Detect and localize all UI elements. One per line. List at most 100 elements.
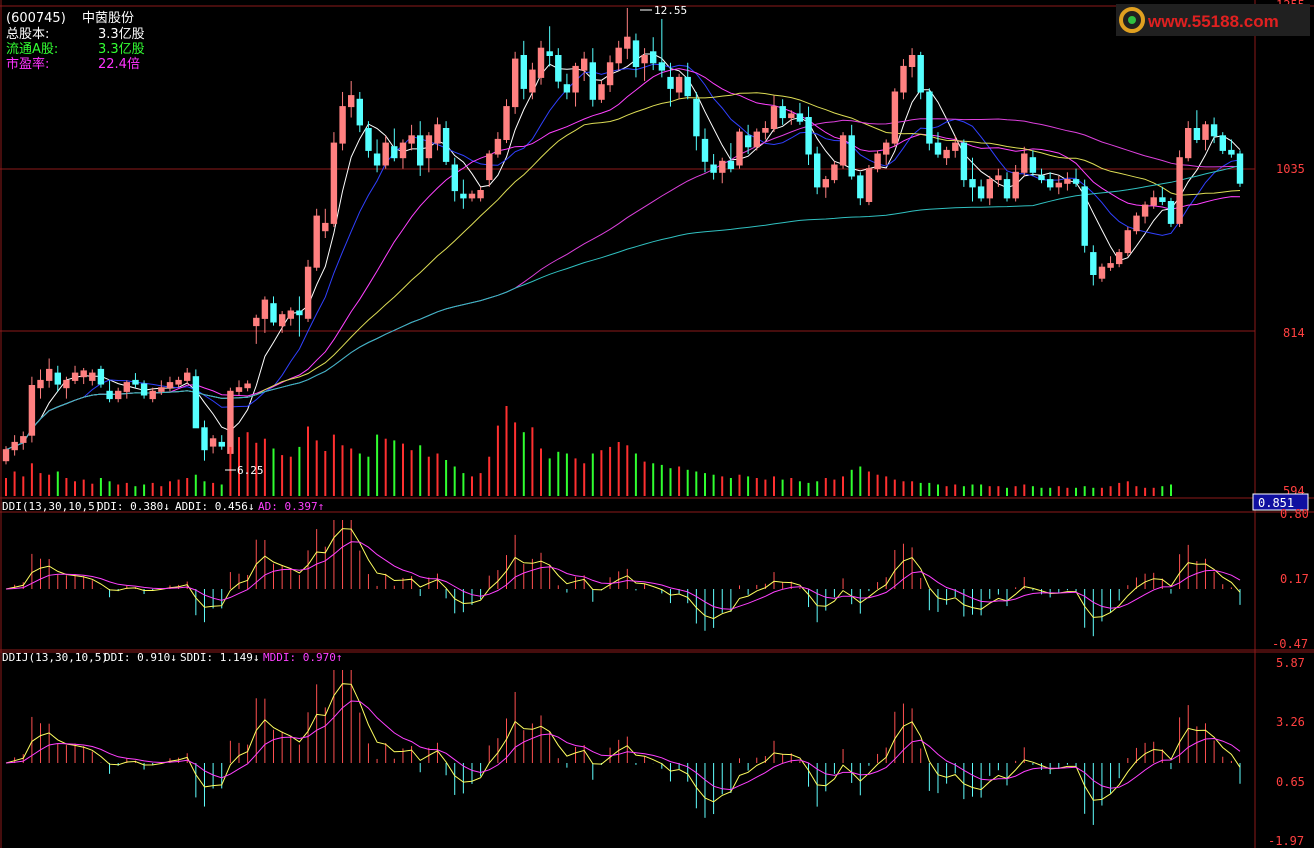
watermark: www.55188.com: [1116, 4, 1310, 36]
volume-bar-5: [48, 474, 51, 496]
volume-bar-105: [911, 481, 914, 496]
candle-body-118: [1021, 153, 1028, 173]
volume-bar-49: [427, 456, 430, 496]
volume-bar-4: [39, 473, 42, 496]
candle-body-95: [822, 179, 829, 188]
candle-body-139: [1202, 124, 1209, 140]
candle-body-127: [1098, 266, 1106, 279]
candle-body-93: [805, 117, 812, 155]
volume-bar-68: [591, 453, 594, 496]
volume-bar-13: [117, 484, 120, 496]
volume-bar-72: [626, 445, 629, 496]
volume-bar-103: [893, 479, 896, 496]
volume-bar-74: [643, 461, 646, 496]
volume-bar-130: [1126, 481, 1129, 496]
volume-bar-60: [522, 432, 525, 496]
volume-bar-26: [229, 446, 232, 496]
candle-body-110: [952, 142, 959, 151]
ddij-axis-label-0: 5.87: [1276, 656, 1305, 670]
candle-body-14: [123, 382, 130, 392]
volume-bar-16: [143, 484, 146, 496]
info-value-2: 22.4倍: [98, 57, 140, 72]
volume-bar-22: [194, 474, 197, 496]
volume-bar-1: [13, 471, 16, 496]
candle-body-59: [512, 58, 519, 108]
candle-body-38: [330, 142, 338, 224]
ddi-panel: [5, 520, 1241, 637]
volume-bar-62: [540, 448, 542, 496]
candle-body-43: [373, 153, 381, 166]
volume-bar-78: [678, 466, 681, 496]
ddi-title: DDI(13,30,10,5): [2, 500, 101, 513]
volume-bar-100: [867, 471, 870, 496]
volume-bar-113: [980, 484, 983, 496]
ddij-legend-1: SDDI: 1.149↓: [180, 651, 259, 664]
candle-body-109: [943, 149, 950, 159]
candle-body-63: [546, 51, 553, 56]
candle-body-26: [227, 390, 234, 454]
volume-bar-20: [177, 479, 180, 496]
candle-body-30: [261, 299, 269, 319]
volume-bar-82: [712, 474, 715, 496]
volume-bar-70: [609, 446, 612, 496]
volume-bar-47: [410, 450, 413, 496]
candle-body-103: [891, 91, 899, 144]
candle-body-106: [917, 55, 924, 93]
candle-body-34: [296, 310, 303, 316]
candle-body-92: [796, 113, 804, 122]
volume-bar-73: [634, 453, 637, 496]
ddij-legend-0: DDI: 0.910↓: [104, 651, 177, 664]
volume-bar-128: [1109, 486, 1112, 496]
volume-bar-37: [324, 451, 327, 496]
ddi-axis-label-0: 0.80: [1280, 507, 1309, 521]
volume-bar-126: [1092, 487, 1095, 496]
ddij-line-b: [5, 700, 1241, 791]
candle-body-104: [900, 65, 907, 93]
volume-bar-55: [479, 473, 482, 496]
candle-body-126: [1090, 252, 1097, 276]
candle-body-119: [1029, 157, 1037, 173]
candle-body-52: [451, 164, 459, 192]
volume-bar-0: [5, 478, 7, 496]
candle-body-50: [434, 124, 441, 144]
candle-body-86: [745, 135, 752, 148]
candle-body-1: [11, 441, 18, 451]
volume-bar-106: [919, 482, 922, 496]
candle-body-102: [883, 142, 890, 155]
volume-bar-134: [1161, 486, 1164, 496]
volume-bar-129: [1118, 482, 1121, 496]
stock-chart[interactable]: 1255 1035 814 594 0.851 12.55 6.25 (6007…: [0, 0, 1314, 848]
volume-bar-30: [263, 438, 266, 496]
volume-bar-83: [721, 476, 724, 496]
volume-bar-9: [82, 479, 85, 496]
volume-bar-11: [99, 478, 102, 496]
candle-body-55: [477, 190, 484, 199]
volume-bar-19: [169, 481, 171, 496]
candle-body-48: [417, 135, 424, 166]
volume-bar-90: [781, 479, 784, 496]
volume-bar-87: [755, 478, 758, 496]
info-label-0: 总股本:: [6, 27, 49, 42]
candle-body-4: [37, 379, 44, 389]
candle-body-22: [192, 376, 200, 429]
volume-bar-25: [220, 484, 223, 496]
candle-body-64: [555, 55, 562, 82]
volume-bar-119: [1031, 486, 1034, 496]
price-axis-label-2: 814: [1283, 326, 1305, 340]
candle-body-143: [1236, 153, 1244, 184]
candle-body-23: [201, 427, 208, 451]
candle-body-65: [563, 84, 571, 93]
candle-body-46: [399, 142, 407, 159]
candle-body-19: [166, 382, 174, 389]
volume-bars: [5, 406, 1172, 496]
candle-body-42: [365, 128, 372, 151]
candle-body-74: [641, 55, 648, 64]
volume-bar-53: [462, 473, 465, 496]
candle-body-11: [97, 368, 105, 385]
candles: [2, 8, 1244, 465]
info-value-0: 3.3亿股: [98, 27, 145, 42]
volume-bar-32: [281, 455, 284, 496]
volume-bar-97: [842, 476, 844, 496]
candle-body-32: [279, 314, 286, 327]
volume-bar-45: [393, 440, 396, 496]
